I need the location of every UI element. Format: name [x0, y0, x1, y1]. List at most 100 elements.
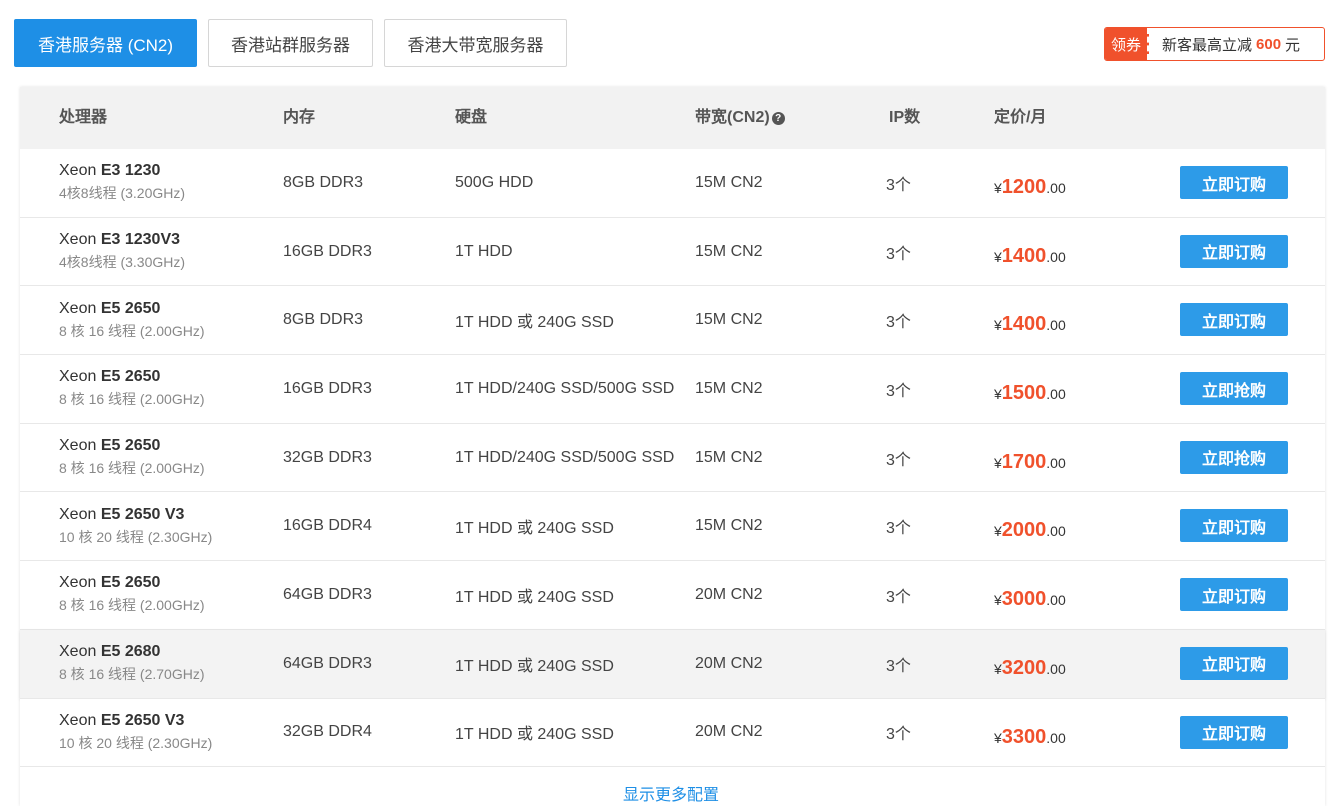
price-cell: ¥1700.00 — [994, 424, 1066, 492]
cpu-cell: Xeon E5 2650 8 核 16 线程 (2.00GHz) — [59, 424, 205, 492]
buy-now-button[interactable]: 立即抢购 — [1180, 372, 1288, 406]
cpu-model: E5 2650 V3 — [100, 505, 185, 523]
disk-cell: 1T HDD 或 240G SSD — [455, 520, 614, 538]
cpu-spec: 8 核 16 线程 (2.00GHz) — [59, 322, 205, 339]
bandwidth-cell: 15M CN2 — [695, 448, 763, 466]
cpu-cell: Xeon E5 2650 8 核 16 线程 (2.00GHz) — [59, 561, 205, 629]
cpu-model: E5 2680 — [100, 643, 161, 661]
ip-cell: 3个 — [886, 314, 911, 332]
cpu-cell: Xeon E5 2650 8 核 16 线程 (2.00GHz) — [59, 355, 205, 423]
buy-now-button[interactable]: 立即订购 — [1180, 578, 1288, 612]
ip-cell: 3个 — [886, 657, 911, 675]
buy-now-button[interactable]: 立即订购 — [1180, 166, 1288, 199]
coupon-banner[interactable]: 领券 新客最高立减 600 元 — [1104, 27, 1325, 61]
price-value: 2000 — [1001, 519, 1047, 542]
price-value: 1200 — [1001, 176, 1047, 198]
cpu-name: Xeon E3 1230 — [59, 162, 160, 180]
buy-now-button[interactable]: 立即订购 — [1180, 234, 1288, 268]
cpu-brand: Xeon — [59, 643, 97, 661]
buy-now-button[interactable]: 立即订购 — [1180, 509, 1288, 543]
buy-now-button[interactable]: 立即订购 — [1180, 303, 1288, 337]
coupon-label: 新客最高立减 — [1162, 36, 1253, 54]
price-value: 3300 — [1001, 725, 1047, 748]
price-currency: ¥ — [994, 317, 1002, 334]
bandwidth-cell: 15M CN2 — [695, 517, 763, 535]
tab-hk-cluster-server[interactable]: 香港站群服务器 — [208, 19, 373, 67]
price-currency: ¥ — [994, 592, 1002, 609]
ram-cell: 8GB DDR3 — [283, 173, 364, 191]
ip-cell: 3个 — [886, 451, 911, 469]
price-value: 1400 — [1001, 313, 1047, 336]
cpu-brand: Xeon — [59, 505, 97, 523]
cpu-spec: 8 核 16 线程 (2.00GHz) — [59, 460, 205, 477]
cpu-cell: Xeon E3 1230V3 4核8线程 (3.30GHz) — [59, 218, 185, 286]
price-value: 3200 — [1001, 656, 1047, 679]
bandwidth-cell: 20M CN2 — [695, 654, 763, 672]
disk-cell: 1T HDD/240G SSD/500G SSD — [455, 379, 675, 397]
cpu-cell: Xeon E5 2650 V3 10 核 20 线程 (2.30GHz) — [59, 492, 212, 560]
price-value: 1700 — [1001, 450, 1047, 473]
price-cents: .00 — [1046, 386, 1066, 403]
cpu-brand: Xeon — [59, 368, 97, 386]
header-cpu: 处理器 — [59, 109, 108, 126]
table-row: Xeon E5 2680 8 核 16 线程 (2.70GHz) 64GB DDR3… — [20, 629, 1325, 699]
table-row: Xeon E3 1230 4核8线程 (3.20GHz) 8GB DDR3 500G … — [20, 149, 1325, 218]
cpu-spec: 8 核 16 线程 (2.00GHz) — [59, 391, 205, 408]
pricing-table: 处理器 内存 硬盘 带宽(CN2)? IP数 定价/月 Xeon E3 1230… — [20, 87, 1325, 806]
header-bandwidth-label: 带宽(CN2) — [695, 109, 770, 126]
header-ram: 内存 — [283, 109, 316, 126]
table-row: Xeon E5 2650 V3 10 核 20 线程 (2.30GHz) 16GB … — [20, 492, 1325, 562]
ip-cell: 3个 — [886, 726, 911, 744]
price-cents: .00 — [1046, 729, 1066, 746]
buy-now-button[interactable]: 立即订购 — [1180, 715, 1288, 749]
cpu-brand: Xeon — [59, 299, 97, 317]
price-currency: ¥ — [994, 248, 1002, 265]
buy-now-button[interactable]: 立即订购 — [1180, 646, 1288, 680]
cpu-cell: Xeon E5 2650 V3 10 核 20 线程 (2.30GHz) — [59, 699, 212, 767]
cpu-name: Xeon E5 2650 — [59, 574, 160, 592]
ip-cell: 3个 — [886, 245, 911, 263]
show-more-configs-link[interactable]: 显示更多配置 — [0, 781, 1342, 805]
disk-cell: 500G HDD — [455, 173, 534, 191]
disk-cell: 1T HDD 或 240G SSD — [455, 657, 614, 675]
cpu-cell: Xeon E5 2650 8 核 16 线程 (2.00GHz) — [59, 286, 205, 354]
cpu-model: E5 2650 V3 — [100, 711, 185, 729]
cpu-name: Xeon E5 2650 — [59, 300, 160, 318]
bandwidth-cell: 15M CN2 — [695, 242, 763, 260]
question-icon[interactable]: ? — [771, 112, 785, 125]
header-bandwidth: 带宽(CN2)? — [695, 87, 785, 149]
cpu-model: E3 1230V3 — [100, 231, 181, 249]
header-ip: IP数 — [889, 109, 921, 126]
coupon-amount: 600 — [1256, 35, 1282, 53]
disk-cell: 1T HDD — [455, 242, 513, 260]
ip-cell: 3个 — [886, 176, 911, 194]
cpu-spec: 4核8线程 (3.30GHz) — [59, 254, 186, 271]
table-row: Xeon E5 2650 8 核 16 线程 (2.00GHz) 16GB DDR3… — [20, 355, 1325, 424]
cpu-brand: Xeon — [59, 231, 97, 249]
price-cents: .00 — [1046, 454, 1066, 471]
price-currency: ¥ — [994, 660, 1002, 677]
cpu-cell: Xeon E3 1230 4核8线程 (3.20GHz) — [59, 149, 185, 217]
price-cell: ¥1400.00 — [994, 218, 1066, 286]
cpu-spec: 4核8线程 (3.20GHz) — [59, 185, 186, 202]
ip-cell: 3个 — [886, 588, 911, 606]
disk-cell: 1T HDD/240G SSD/500G SSD — [455, 448, 675, 466]
tab-hk-high-bandwidth-server[interactable]: 香港大带宽服务器 — [384, 19, 567, 67]
price-cents: .00 — [1046, 523, 1066, 540]
table-row: Xeon E5 2650 8 核 16 线程 (2.00GHz) 32GB DDR3… — [20, 423, 1325, 493]
coupon-tag: 领券 — [1105, 28, 1149, 60]
price-cents: .00 — [1046, 180, 1066, 196]
table-header: 处理器 内存 硬盘 带宽(CN2)? IP数 定价/月 — [20, 87, 1325, 149]
price-cents: .00 — [1046, 248, 1066, 265]
tab-hk-cn2-server[interactable]: 香港服务器 (CN2) — [14, 19, 197, 67]
price-cents: .00 — [1046, 592, 1066, 609]
price-cents: .00 — [1046, 660, 1066, 677]
cpu-spec: 8 核 16 线程 (2.00GHz) — [59, 597, 205, 614]
buy-now-button[interactable]: 立即抢购 — [1180, 440, 1288, 474]
ip-cell: 3个 — [886, 382, 911, 400]
cpu-name: Xeon E5 2680 — [59, 643, 160, 661]
price-currency: ¥ — [994, 386, 1002, 403]
table-row: Xeon E5 2650 8 核 16 线程 (2.00GHz) 64GB DDR3… — [20, 561, 1325, 630]
bandwidth-cell: 15M CN2 — [695, 173, 763, 191]
cpu-name: Xeon E5 2650 — [59, 368, 160, 386]
